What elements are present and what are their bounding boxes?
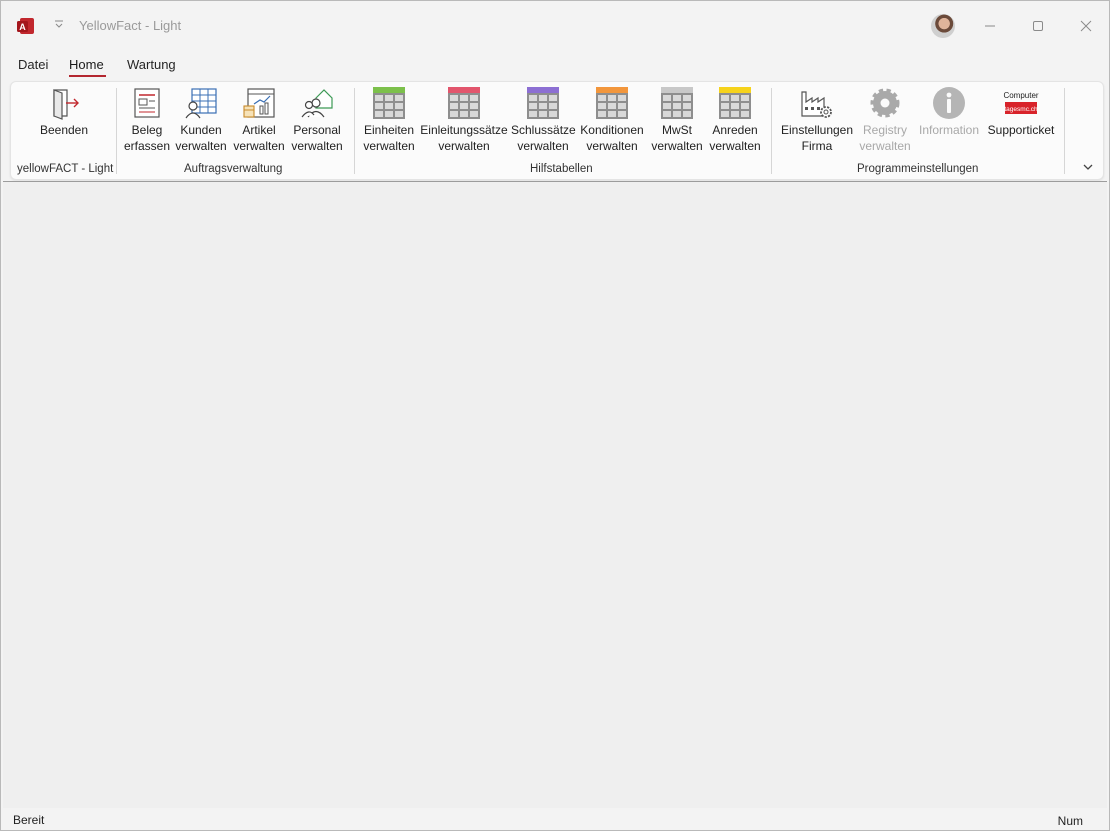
table-green-icon: [372, 86, 406, 120]
einheiten-label-2: verwalten: [363, 139, 415, 153]
status-text: Bereit: [13, 813, 45, 827]
ribbon-tabs: Datei Home Wartung: [1, 51, 1109, 81]
schluss-label-1: Schlussätze: [511, 123, 576, 137]
supportticket-label: Supporticket: [987, 123, 1055, 137]
main-workspace: [3, 181, 1107, 808]
group-label-yellowfact: yellowFACT - Light: [17, 163, 114, 175]
anreden-verwalten-button[interactable]: Anreden verwalten: [707, 86, 763, 156]
group-separator: [116, 88, 117, 174]
artikel-label-2: verwalten: [233, 139, 285, 153]
registry-verwalten-button[interactable]: Registry verwalten: [857, 86, 913, 156]
kunden-verwalten-button[interactable]: Kunden verwalten: [174, 86, 228, 156]
ribbon-panel: Beenden yellowFACT - Light Beleg erfasse…: [10, 81, 1104, 180]
user-avatar[interactable]: [931, 14, 955, 38]
mwst-label-1: MwSt: [662, 123, 692, 137]
minimize-button[interactable]: [977, 13, 1003, 39]
access-app-icon[interactable]: A: [17, 17, 35, 35]
artikel-label-1: Artikel: [242, 123, 276, 137]
information-label: Information: [918, 123, 980, 137]
personal-label-1: Personal: [293, 123, 341, 137]
table-red-icon: [447, 86, 481, 120]
svg-text:A: A: [19, 22, 26, 32]
window-title: YellowFact - Light: [79, 18, 182, 33]
group-label-auftrag: Auftragsverwaltung: [184, 163, 283, 175]
quick-access-dropdown-icon[interactable]: [53, 18, 65, 33]
group-separator: [354, 88, 355, 174]
collapse-ribbon-chevron-icon[interactable]: [1081, 160, 1095, 174]
einstellungen-firma-button[interactable]: Einstellungen Firma: [777, 86, 857, 156]
einleitung-label-2: verwalten: [438, 139, 490, 153]
einheiten-label-1: Einheiten: [363, 123, 415, 137]
group-label-hilfs: Hilfstabellen: [530, 163, 593, 175]
title-bar: A YellowFact - Light: [1, 1, 1109, 51]
beenden-label: Beenden: [39, 123, 89, 137]
computer-support-logo-icon: Computer tagesmc.ch: [1003, 86, 1039, 120]
table-yellow-icon: [718, 86, 752, 120]
konditionen-label-2: verwalten: [586, 139, 638, 153]
app-window: A YellowFact - Light Datei Home Wartung: [0, 0, 1110, 831]
anreden-label-1: Anreden: [712, 123, 758, 137]
table-orange-icon: [595, 86, 629, 120]
einleitungssaetze-verwalten-button[interactable]: Einleitungssätze verwalten: [420, 86, 508, 156]
schlussaetze-verwalten-button[interactable]: Schlussätze verwalten: [511, 86, 576, 156]
group-separator: [1064, 88, 1065, 174]
registry-label-2: verwalten: [859, 139, 911, 153]
beenden-button[interactable]: Beenden: [33, 86, 95, 156]
beleg-label-1: Beleg: [131, 123, 163, 137]
customer-table-icon: [184, 86, 218, 120]
einstellungen-label-1: Einstellungen: [780, 123, 854, 137]
close-button[interactable]: [1073, 13, 1099, 39]
beleg-label-2: erfassen: [123, 139, 171, 153]
article-chart-icon: [242, 86, 276, 120]
table-purple-icon: [526, 86, 560, 120]
num-lock-indicator: Num: [1057, 814, 1083, 828]
exit-door-icon: [47, 86, 81, 120]
einleitung-label-1: Einleitungssätze: [420, 123, 508, 137]
kunden-label-2: verwalten: [175, 139, 227, 153]
artikel-verwalten-button[interactable]: Artikel verwalten: [232, 86, 286, 156]
anreden-label-2: verwalten: [709, 139, 761, 153]
personal-label-2: verwalten: [291, 139, 343, 153]
info-icon: [932, 86, 966, 120]
konditionen-verwalten-button[interactable]: Konditionen verwalten: [578, 86, 646, 156]
konditionen-label-1: Konditionen: [580, 123, 644, 137]
mwst-label-2: verwalten: [651, 139, 703, 153]
kunden-label-1: Kunden: [180, 123, 222, 137]
gear-icon: [868, 86, 902, 120]
status-bar: Bereit Num: [1, 808, 1109, 830]
schluss-label-2: verwalten: [517, 139, 569, 153]
supportticket-button[interactable]: Computer tagesmc.ch Supporticket: [985, 86, 1057, 156]
einstellungen-label-2: Firma: [801, 139, 833, 153]
einheiten-verwalten-button[interactable]: Einheiten verwalten: [361, 86, 417, 156]
active-tab-indicator: [69, 75, 106, 77]
staff-house-icon: [300, 86, 334, 120]
table-grey-icon: [660, 86, 694, 120]
group-separator: [771, 88, 772, 174]
tab-home[interactable]: Home: [69, 57, 104, 72]
information-button[interactable]: Information: [915, 86, 983, 156]
svg-text:Computer: Computer: [1003, 91, 1038, 100]
tab-wartung[interactable]: Wartung: [127, 57, 176, 72]
maximize-button[interactable]: [1025, 13, 1051, 39]
group-label-programm: Programmeinstellungen: [857, 163, 979, 175]
beleg-erfassen-button[interactable]: Beleg erfassen: [123, 86, 171, 156]
mwst-verwalten-button[interactable]: MwSt verwalten: [649, 86, 705, 156]
tab-datei[interactable]: Datei: [18, 57, 48, 72]
document-form-icon: [130, 86, 164, 120]
personal-verwalten-button[interactable]: Personal verwalten: [290, 86, 344, 156]
factory-gear-icon: [800, 86, 834, 120]
registry-label-1: Registry: [862, 123, 907, 137]
svg-text:tagesmc.ch: tagesmc.ch: [1004, 106, 1038, 113]
